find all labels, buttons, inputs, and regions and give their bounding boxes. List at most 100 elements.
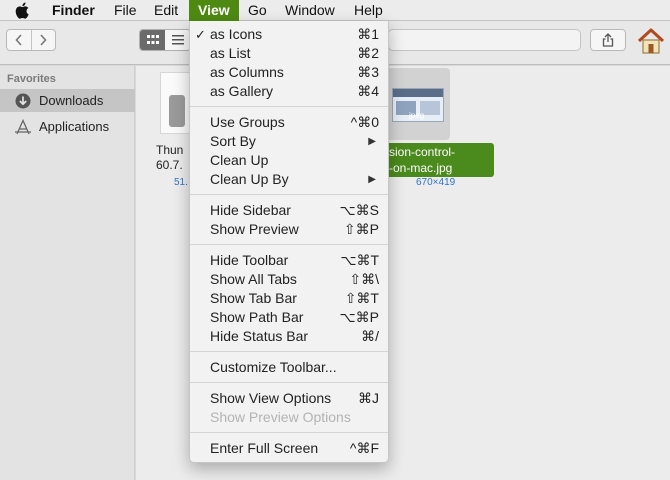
menu-item-as-icons[interactable]: ✓ as Icons ⌘1 <box>190 25 388 44</box>
applications-icon <box>14 118 32 136</box>
sidebar-item-label: Applications <box>39 119 110 134</box>
menu-item-label: Show View Options <box>210 390 332 406</box>
menu-finder[interactable]: Finder <box>52 0 95 21</box>
menu-item-shortcut: ⌘3 <box>357 64 379 80</box>
submenu-arrow-icon: ▶ <box>368 136 376 147</box>
forward-button[interactable] <box>30 30 55 50</box>
menu-item-shortcut: ⌘J <box>358 390 379 406</box>
menu-item-label: Hide Sidebar <box>210 202 291 218</box>
menu-item-label: Enter Full Screen <box>210 440 319 456</box>
menu-item-shortcut: ⌘/ <box>361 328 379 344</box>
menu-item-show-all-tabs[interactable]: Show All Tabs ⇧⌘\ <box>190 270 388 289</box>
submenu-arrow-icon: ▶ <box>368 174 376 185</box>
sidebar-item-applications[interactable]: Applications <box>0 115 135 138</box>
menu-separator <box>190 244 388 245</box>
menu-help[interactable]: Help <box>354 0 383 21</box>
back-button[interactable] <box>7 30 31 50</box>
menu-item-clean-up-by[interactable]: Clean Up By ▶ <box>190 170 388 189</box>
menu-item-shortcut: ^⌘F <box>349 440 379 456</box>
menu-item-sort-by[interactable]: Sort By ▶ <box>190 132 388 151</box>
menu-item-label: Customize Toolbar... <box>210 359 337 375</box>
file-name-line: -on-mac.jpg <box>389 161 453 175</box>
menu-item-shortcut: ⇧⌘T <box>344 290 379 306</box>
search-field[interactable] <box>388 29 581 51</box>
menu-item-shortcut: ⌥⌘P <box>339 309 379 325</box>
menu-separator <box>190 106 388 107</box>
icon-view-button[interactable] <box>140 30 165 50</box>
menu-item-label: Use Groups <box>210 114 285 130</box>
menu-item-shortcut: ⌘1 <box>357 26 379 42</box>
menu-item-enter-full-screen[interactable]: Enter Full Screen ^⌘F <box>190 439 388 458</box>
menu-item-shortcut: ⇧⌘P <box>343 221 379 237</box>
checkmark-icon: ✓ <box>195 27 206 42</box>
file-name-line: sion-control- <box>389 145 456 159</box>
menu-item-as-list[interactable]: as List ⌘2 <box>190 44 388 63</box>
menu-item-label: Sort By <box>210 133 256 149</box>
menu-separator <box>190 432 388 433</box>
grid-icon <box>146 35 159 44</box>
menu-item-customize-toolbar[interactable]: Customize Toolbar... <box>190 358 388 377</box>
menu-item-label: Show Preview Options <box>210 409 351 425</box>
list-icon <box>171 35 184 45</box>
menu-item-show-tab-bar[interactable]: Show Tab Bar ⇧⌘T <box>190 289 388 308</box>
menu-item-show-view-options[interactable]: Show View Options ⌘J <box>190 389 388 408</box>
menu-item-label: Clean Up By <box>210 171 289 187</box>
menu-separator <box>190 351 388 352</box>
list-view-button[interactable] <box>165 30 190 50</box>
thumbnail-ext-label: jpeg <box>409 111 425 120</box>
sidebar-item-downloads[interactable]: Downloads <box>0 89 135 112</box>
menu-item-label: as Icons <box>210 26 263 42</box>
menu-item-label: Hide Status Bar <box>210 328 309 344</box>
file-name-selected[interactable]: sion-control- -on-mac.jpg <box>384 143 494 177</box>
menu-separator <box>190 194 388 195</box>
menu-item-as-columns[interactable]: as Columns ⌘3 <box>190 63 388 82</box>
share-button[interactable] <box>590 29 626 51</box>
menu-item-label: Clean Up <box>210 152 269 168</box>
menu-item-label: Show Preview <box>210 221 299 237</box>
menu-go[interactable]: Go <box>248 0 267 21</box>
menu-item-shortcut: ⌘2 <box>357 45 379 61</box>
menu-item-label: Show Path Bar <box>210 309 304 325</box>
menu-item-shortcut: ⌥⌘T <box>340 252 379 268</box>
file-size: 51. <box>174 177 188 188</box>
sidebar: Favorites Downloads Applications <box>0 66 135 480</box>
menu-item-label: as Columns <box>210 64 284 80</box>
menu-edit[interactable]: Edit <box>154 0 178 21</box>
menu-item-use-groups[interactable]: Use Groups ^⌘0 <box>190 113 388 132</box>
menu-item-show-preview-options: Show Preview Options <box>190 408 388 427</box>
menu-separator <box>190 382 388 383</box>
chevron-left-icon <box>15 34 22 46</box>
menu-file[interactable]: File <box>114 0 137 21</box>
menu-item-clean-up[interactable]: Clean Up <box>190 151 388 170</box>
menu-item-hide-sidebar[interactable]: Hide Sidebar ⌥⌘S <box>190 201 388 220</box>
menu-item-label: Hide Toolbar <box>210 252 289 268</box>
menu-item-shortcut: ⇧⌘\ <box>349 271 379 287</box>
menu-window[interactable]: Window <box>285 0 335 21</box>
menu-item-shortcut: ⌘4 <box>357 83 379 99</box>
menu-item-shortcut: ^⌘0 <box>350 114 379 130</box>
sidebar-item-label: Downloads <box>39 93 104 108</box>
chevron-right-icon <box>40 34 48 46</box>
menu-item-hide-toolbar[interactable]: Hide Toolbar ⌥⌘T <box>190 251 388 270</box>
menu-item-hide-status-bar[interactable]: Hide Status Bar ⌘/ <box>190 327 388 346</box>
menu-item-label: as List <box>210 45 251 61</box>
menu-item-label: as Gallery <box>210 83 274 99</box>
menu-item-show-preview[interactable]: Show Preview ⇧⌘P <box>190 220 388 239</box>
sidebar-heading-favorites: Favorites <box>7 73 56 85</box>
nav-buttons <box>6 29 56 51</box>
share-icon <box>602 33 614 47</box>
menu-item-label: Show Tab Bar <box>210 290 297 306</box>
home-icon[interactable] <box>636 26 666 56</box>
apple-icon[interactable] <box>15 2 29 19</box>
menu-item-label: Show All Tabs <box>210 271 297 287</box>
menu-view[interactable]: View <box>189 0 239 21</box>
menu-bar: Finder File Edit View Go Window Help <box>0 0 670 21</box>
file-thumbnail[interactable]: jpeg <box>392 88 444 122</box>
downloads-icon <box>14 92 32 110</box>
menu-item-as-gallery[interactable]: as Gallery ⌘4 <box>190 82 388 101</box>
menu-item-show-path-bar[interactable]: Show Path Bar ⌥⌘P <box>190 308 388 327</box>
view-menu-dropdown: ✓ as Icons ⌘1 as List ⌘2 as Columns ⌘3 a… <box>189 21 389 463</box>
menu-item-shortcut: ⌥⌘S <box>339 202 379 218</box>
file-dimensions: 670×419 <box>416 177 456 188</box>
view-mode-buttons <box>139 29 191 51</box>
